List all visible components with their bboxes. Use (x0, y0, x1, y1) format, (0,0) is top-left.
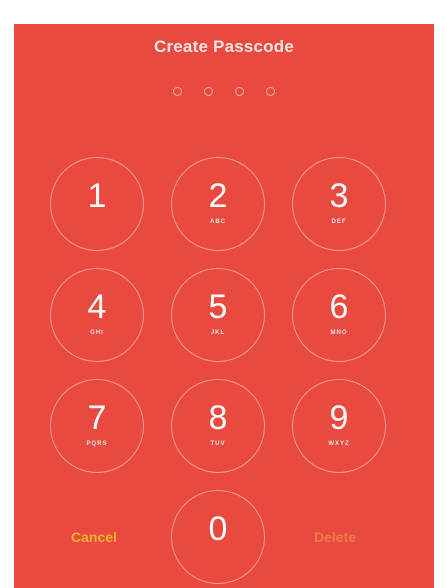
passcode-dot (266, 87, 275, 96)
key-digit: 3 (329, 176, 349, 215)
key-letters: GHI (90, 329, 104, 336)
key-digit: 0 (208, 509, 228, 548)
key-digit: 8 (208, 398, 228, 437)
key-8[interactable]: 8 TUV (171, 379, 265, 473)
key-digit: 4 (87, 287, 107, 326)
passcode-dot (235, 87, 244, 96)
passcode-dot (204, 87, 213, 96)
passcode-dot (173, 87, 182, 96)
key-1[interactable]: 1 (50, 157, 144, 251)
key-letters: ABC (210, 218, 226, 225)
key-6[interactable]: 6 MNO (292, 268, 386, 362)
key-digit: 6 (329, 287, 349, 326)
key-3[interactable]: 3 DEF (292, 157, 386, 251)
key-digit: 2 (208, 176, 228, 215)
key-letters: JKL (210, 329, 226, 336)
page-title: Create Passcode (153, 37, 295, 56)
key-digit: 9 (329, 398, 349, 437)
key-digit: 5 (208, 287, 228, 326)
passcode-indicator (14, 87, 434, 96)
cancel-button[interactable]: Cancel (71, 529, 117, 545)
key-2[interactable]: 2 ABC (171, 157, 265, 251)
key-digit: 1 (87, 176, 107, 215)
key-letters: MNO (330, 329, 348, 336)
key-letters: WXYZ (328, 440, 350, 447)
delete-button[interactable]: Delete (314, 529, 356, 545)
passcode-screen: Create Passcode 1 2 ABC 3 DEF 4 GHI 5 JK… (14, 24, 434, 588)
key-5[interactable]: 5 JKL (171, 268, 265, 362)
key-letters: TUV (210, 440, 226, 447)
key-letters: DEF (331, 218, 347, 225)
key-7[interactable]: 7 PQRS (50, 379, 144, 473)
key-digit: 7 (87, 398, 107, 437)
key-9[interactable]: 9 WXYZ (292, 379, 386, 473)
key-letters: PQRS (86, 440, 108, 447)
key-4[interactable]: 4 GHI (50, 268, 144, 362)
key-0[interactable]: 0 (171, 490, 265, 584)
